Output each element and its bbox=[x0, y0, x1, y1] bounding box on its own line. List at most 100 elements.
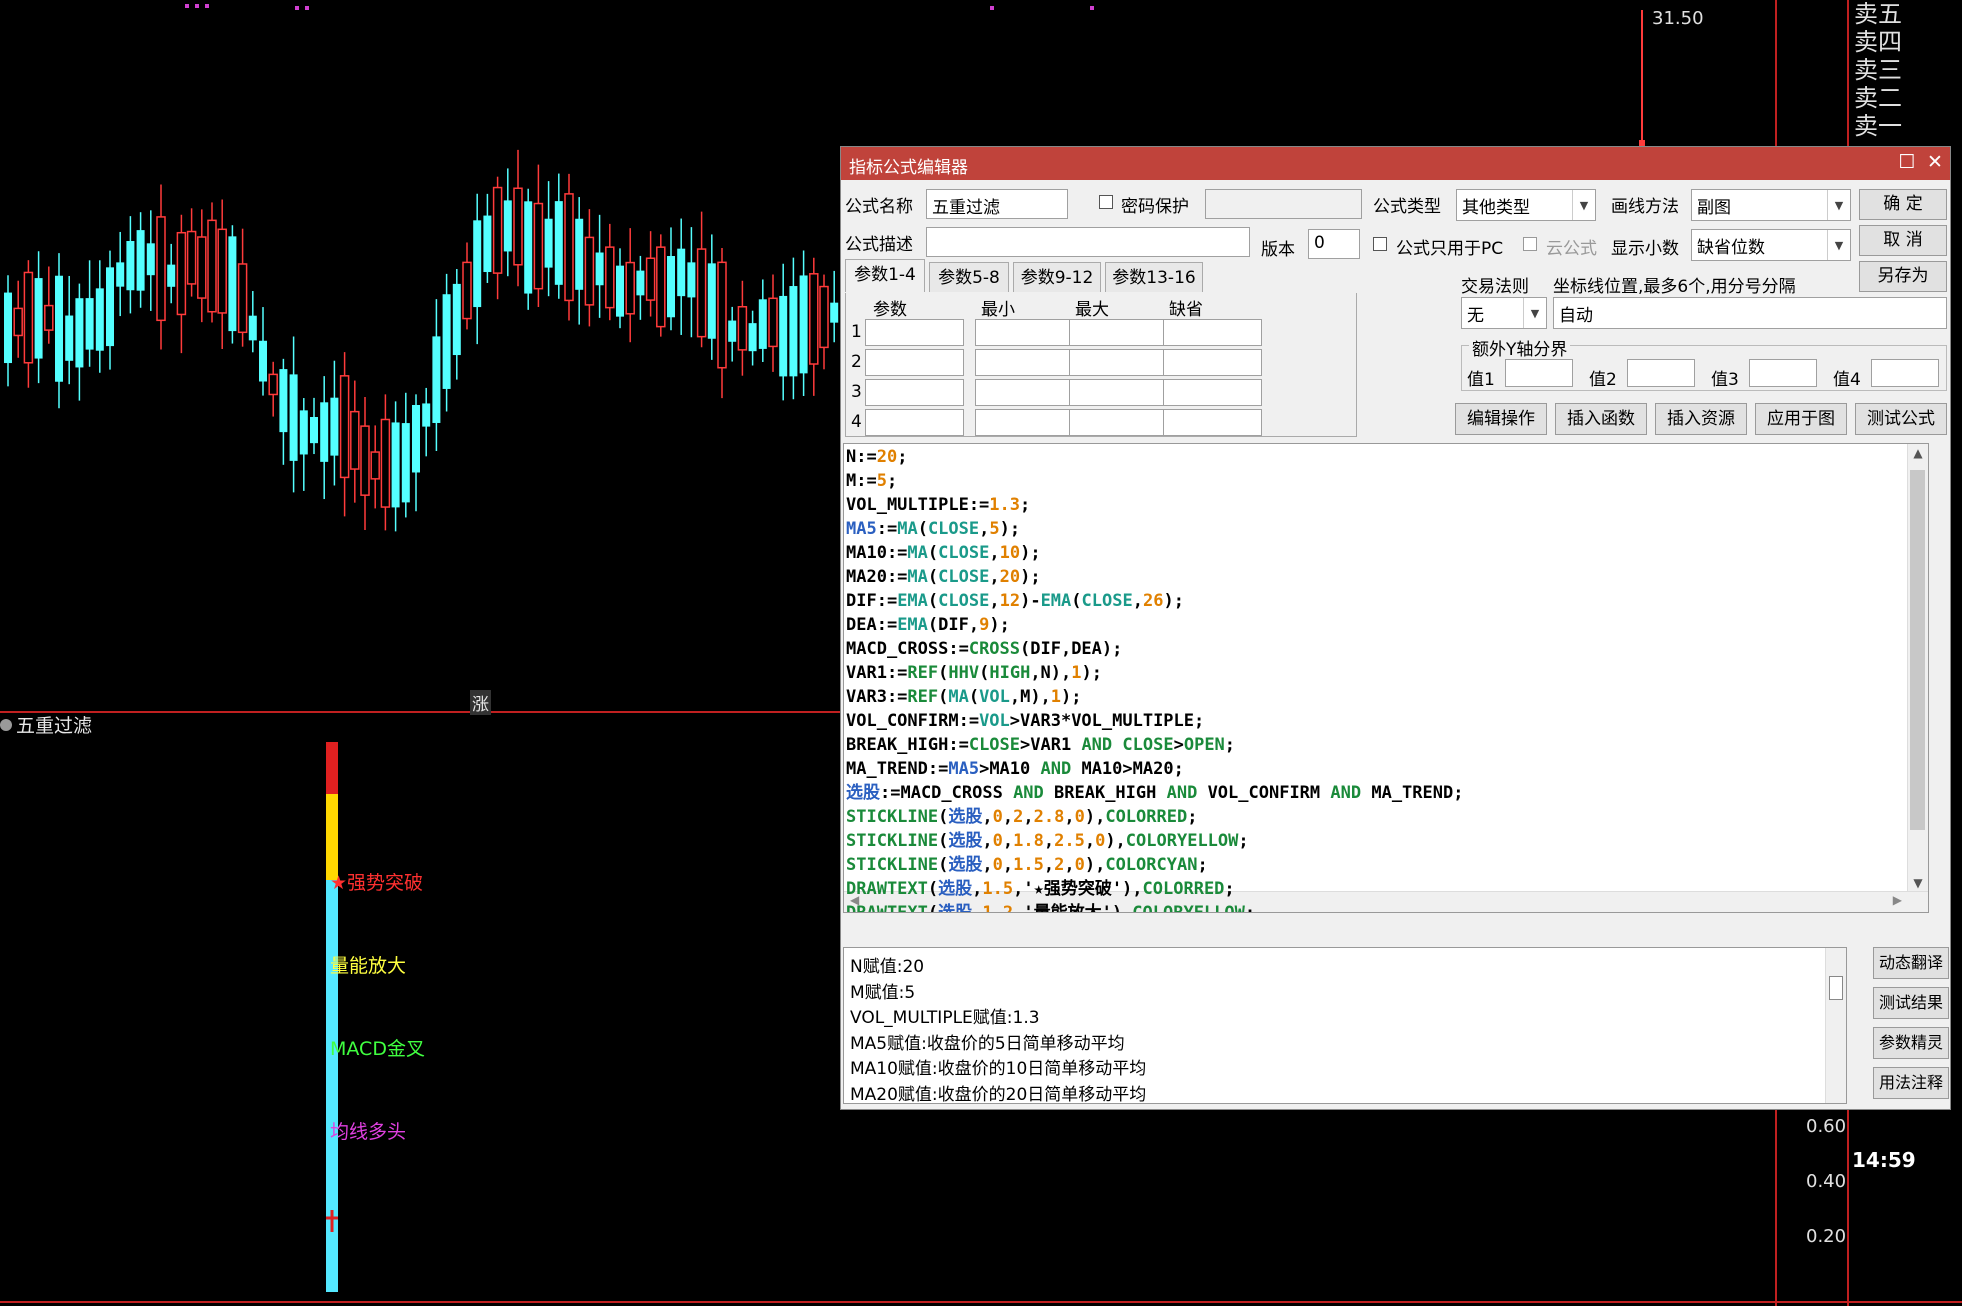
formula-editor-dialog[interactable]: 指标公式编辑器 ☐ ✕ 公式名称 五重过滤 密码保护 公式类型 其他类型 ▼ 画… bbox=[840, 146, 1951, 1110]
code-line: VAR1:=REF(HHV(HIGH,N),1); bbox=[846, 661, 1102, 685]
code-token: )- bbox=[1020, 591, 1041, 611]
panel-toggle-icon[interactable] bbox=[0, 718, 12, 731]
chevron-down-icon[interactable]: ▼ bbox=[1827, 230, 1850, 260]
ok-button[interactable]: 确 定 bbox=[1859, 189, 1947, 220]
decimal-select[interactable]: 缺省位数 ▼ bbox=[1691, 229, 1851, 261]
maximize-icon[interactable]: ☐ bbox=[1896, 151, 1918, 173]
y-val-4-input[interactable] bbox=[1871, 359, 1939, 387]
quote-label: 卖二 bbox=[1854, 84, 1902, 112]
param-cell-input[interactable] bbox=[975, 409, 1074, 436]
code-token: ), bbox=[1105, 831, 1126, 851]
insert-resource-button[interactable]: 插入资源 bbox=[1655, 403, 1747, 435]
dynamic-translate-button[interactable]: 动态翻译 bbox=[1873, 947, 1949, 979]
test-formula-button[interactable]: 测试公式 bbox=[1855, 403, 1947, 435]
candle-body bbox=[809, 273, 819, 365]
cancel-button[interactable]: 取 消 bbox=[1859, 225, 1947, 256]
code-token: ( bbox=[927, 567, 939, 587]
formula-type-select[interactable]: 其他类型 ▼ bbox=[1456, 189, 1596, 221]
output-line: MA20赋值:收盘价的20日简单移动平均 bbox=[850, 1084, 1147, 1105]
scroll-right-icon[interactable]: ▶ bbox=[1893, 893, 1902, 907]
candle-body bbox=[768, 297, 778, 348]
draw-method-select[interactable]: 副图 ▼ bbox=[1691, 189, 1851, 221]
param-cell-input[interactable] bbox=[865, 379, 964, 406]
tab-params-9-12[interactable]: 参数9-12 bbox=[1013, 262, 1101, 292]
scroll-up-icon[interactable]: ▲ bbox=[1908, 446, 1928, 460]
code-token: 1.5 bbox=[982, 879, 1014, 899]
code-vertical-scrollbar[interactable]: ▲ ▼ bbox=[1907, 444, 1928, 892]
close-icon[interactable]: ✕ bbox=[1924, 151, 1946, 173]
pc-only-checkbox[interactable] bbox=[1373, 237, 1387, 251]
version-input[interactable]: 0 bbox=[1308, 229, 1360, 259]
code-editor[interactable]: ▲ ▼ ◀ ▶ N:=20; M:=5; VOL_MULTIPLE:=1.3; MA5… bbox=[843, 443, 1929, 913]
test-result-button[interactable]: 测试结果 bbox=[1873, 987, 1949, 1019]
param-cell-input[interactable] bbox=[1163, 319, 1262, 346]
insert-function-button[interactable]: 插入函数 bbox=[1555, 403, 1647, 435]
output-line: MA10赋值:收盘价的10日简单移动平均 bbox=[850, 1059, 1147, 1079]
code-token: ( bbox=[1071, 591, 1082, 611]
apply-to-chart-button[interactable]: 应用于图 bbox=[1755, 403, 1847, 435]
param-cell-input[interactable] bbox=[1163, 409, 1262, 436]
candle-body bbox=[237, 263, 248, 334]
param-cell-input[interactable] bbox=[1163, 379, 1262, 406]
code-token: ), bbox=[1084, 807, 1106, 827]
param-cell-input[interactable] bbox=[865, 319, 964, 346]
code-token: , bbox=[989, 543, 1000, 563]
param-cell-input[interactable] bbox=[975, 349, 1074, 376]
code-token: ; bbox=[1020, 495, 1031, 515]
output-scrollbar[interactable] bbox=[1825, 948, 1846, 1103]
y-val-2-input[interactable] bbox=[1627, 359, 1695, 387]
candle-body bbox=[197, 236, 207, 299]
param-cell-input[interactable] bbox=[865, 409, 964, 436]
dialog-titlebar[interactable]: 指标公式编辑器 ☐ ✕ bbox=[841, 147, 1950, 180]
save-as-button[interactable]: 另存为 bbox=[1859, 261, 1947, 292]
tab-params-13-16[interactable]: 参数13-16 bbox=[1105, 262, 1203, 292]
scroll-thumb[interactable] bbox=[1829, 976, 1843, 1000]
scroll-down-icon[interactable]: ▼ bbox=[1908, 876, 1928, 890]
chevron-down-icon[interactable]: ▼ bbox=[1572, 190, 1595, 220]
code-token: ,'★强势突破'), bbox=[1013, 879, 1143, 899]
edit-operation-button[interactable]: 编辑操作 bbox=[1455, 403, 1547, 435]
coord-input[interactable]: 自动 bbox=[1553, 297, 1947, 329]
candle-body bbox=[748, 323, 757, 352]
param-cell-input[interactable] bbox=[1163, 349, 1262, 376]
candle-body bbox=[217, 228, 227, 314]
candle-body bbox=[106, 267, 114, 347]
chevron-down-icon[interactable]: ▼ bbox=[1523, 298, 1546, 328]
formula-name-input[interactable]: 五重过滤 bbox=[926, 189, 1068, 219]
param-cell-input[interactable] bbox=[1069, 349, 1168, 376]
sub-panel-title[interactable]: 五重过滤 bbox=[0, 711, 92, 738]
tab-params-5-8[interactable]: 参数5-8 bbox=[929, 262, 1009, 292]
candle-body bbox=[554, 201, 563, 285]
param-wizard-button[interactable]: 参数精灵 bbox=[1873, 1027, 1949, 1059]
code-token: , bbox=[989, 591, 1000, 611]
chevron-down-icon[interactable]: ▼ bbox=[1827, 190, 1850, 220]
y-val-3-input[interactable] bbox=[1749, 359, 1817, 387]
code-token: ( bbox=[927, 879, 939, 899]
formula-desc-input[interactable] bbox=[926, 227, 1250, 257]
scroll-thumb[interactable] bbox=[1910, 470, 1925, 830]
trade-rule-select[interactable]: 无 ▼ bbox=[1461, 297, 1547, 329]
candle-body bbox=[13, 307, 23, 337]
sub-panel-title-text: 五重过滤 bbox=[16, 715, 93, 737]
password-checkbox[interactable] bbox=[1099, 195, 1113, 209]
param-cell-input[interactable] bbox=[975, 319, 1074, 346]
y-val-1-input[interactable] bbox=[1505, 359, 1573, 387]
param-cell-input[interactable] bbox=[865, 349, 964, 376]
param-cell-input[interactable] bbox=[1069, 379, 1168, 406]
candle-body bbox=[116, 262, 125, 287]
code-token: 0 bbox=[1095, 831, 1106, 851]
translation-output[interactable]: N赋值:20 M赋值:5 VOL_MULTIPLE赋值:1.3 MA5赋值:收盘价的5… bbox=[843, 947, 1847, 1105]
param-cell-input[interactable] bbox=[1069, 319, 1168, 346]
usage-note-button[interactable]: 用法注释 bbox=[1873, 1067, 1949, 1099]
candle-body bbox=[830, 302, 839, 323]
tab-params-1-4[interactable]: 参数1-4 bbox=[845, 259, 925, 292]
code-token: ( bbox=[938, 663, 949, 683]
candle-body bbox=[819, 285, 829, 349]
param-cell-input[interactable] bbox=[1069, 409, 1168, 436]
code-token: 1.3 bbox=[989, 495, 1021, 515]
y-val-label: 值4 bbox=[1833, 370, 1861, 390]
param-cell-input[interactable] bbox=[975, 379, 1074, 406]
code-token: STICKLINE bbox=[846, 855, 939, 875]
cloud-checkbox[interactable] bbox=[1523, 237, 1537, 251]
password-input[interactable] bbox=[1205, 189, 1362, 219]
